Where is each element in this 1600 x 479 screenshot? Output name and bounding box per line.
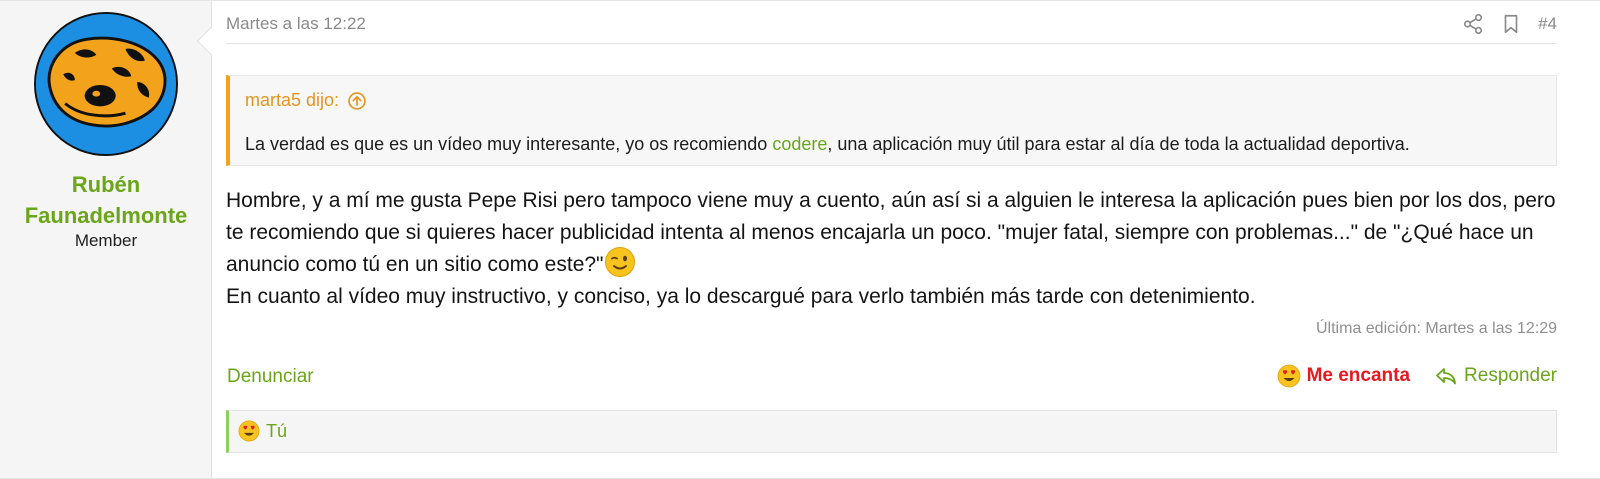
report-button[interactable]: Denunciar <box>227 366 314 388</box>
user-sidebar: Rubén Faunadelmonte Member <box>0 1 212 478</box>
quote-text-after: , una aplicación muy útil para estar al … <box>827 134 1410 154</box>
user-name[interactable]: Rubén Faunadelmonte <box>0 169 212 231</box>
message-line1: Hombre, y a mí me gusta Pepe Risi pero t… <box>226 189 1556 276</box>
reactions-text[interactable]: Tú <box>266 421 287 442</box>
post-header-actions: #4 <box>1462 13 1557 35</box>
quote-block: marta5 dijo: La verdad es que es un víde… <box>226 75 1557 166</box>
post-date[interactable]: Martes a las 12:22 <box>226 14 366 34</box>
user-name-line2[interactable]: Faunadelmonte <box>0 200 212 231</box>
love-reaction-label[interactable]: Me encanta <box>1307 365 1410 387</box>
reply-button[interactable]: Responder <box>1434 364 1557 388</box>
love-reaction-button[interactable]: Me encanta <box>1277 364 1410 388</box>
bookmark-icon[interactable] <box>1500 13 1522 35</box>
post-actions: Me encanta Responder <box>1277 364 1557 388</box>
heart-eyes-emoji-icon <box>1277 364 1300 388</box>
post-footer: Denunciar Me encanta Responder <box>226 364 1557 392</box>
wink-emoji-icon <box>604 247 635 278</box>
post-header: Martes a las 12:22 #4 <box>226 1 1557 44</box>
quote-author[interactable]: marta5 dijo: <box>245 90 339 111</box>
arrow-up-circle-icon[interactable] <box>347 91 367 111</box>
forum-post: Rubén Faunadelmonte Member Martes a las … <box>0 0 1600 479</box>
avatar[interactable] <box>34 12 178 156</box>
user-name-line1[interactable]: Rubén <box>0 169 212 200</box>
reply-label[interactable]: Responder <box>1464 365 1557 387</box>
share-icon[interactable] <box>1462 13 1484 35</box>
reactions-summary[interactable]: Tú <box>226 410 1557 453</box>
reply-icon <box>1436 368 1456 385</box>
message-line2: En cuanto al vídeo muy instructivo, y co… <box>226 285 1256 308</box>
post-main: Martes a las 12:22 #4 marta5 dijo: La ve… <box>226 1 1557 478</box>
quote-text: La verdad es que es un vídeo muy interes… <box>245 134 1410 155</box>
user-title: Member <box>74 231 138 250</box>
avatar-image <box>36 14 176 154</box>
quote-header[interactable]: marta5 dijo: <box>245 90 367 111</box>
heart-eyes-emoji-icon <box>238 420 260 442</box>
post-number[interactable]: #4 <box>1538 14 1557 34</box>
last-edited: Última edición: Martes a las 12:29 <box>1316 320 1557 337</box>
post-message: Hombre, y a mí me gusta Pepe Risi pero t… <box>226 185 1557 313</box>
quote-link[interactable]: codere <box>772 134 827 154</box>
quote-text-before: La verdad es que es un vídeo muy interes… <box>245 134 773 154</box>
